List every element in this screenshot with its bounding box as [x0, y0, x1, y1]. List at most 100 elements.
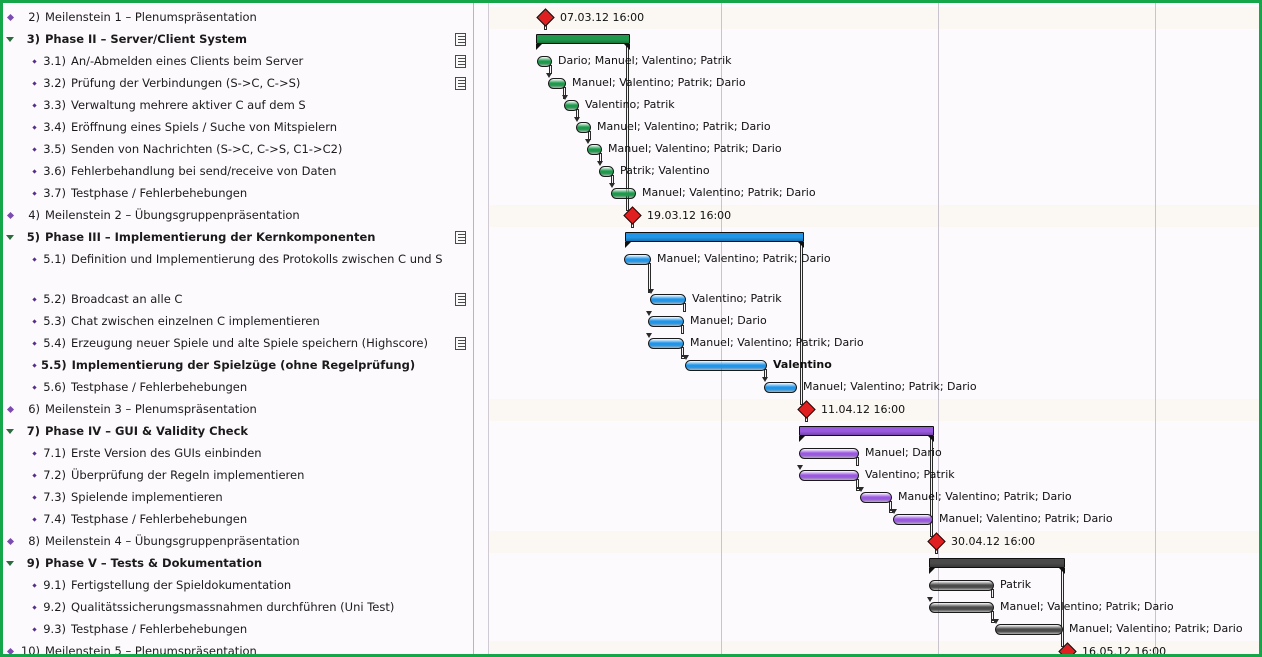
- dependency-line: [648, 263, 651, 290]
- gantt-chart-area[interactable]: Dario; Manuel; Valentino; Patrik Manuel; …: [489, 3, 1259, 654]
- gantt-task-bar[interactable]: [576, 122, 591, 133]
- task-label: Phase III – Implementierung der Kernkomp…: [45, 230, 376, 244]
- task-number: 3): [26, 32, 40, 46]
- task-row[interactable]: 3.3) Verwaltung mehrere aktiver C auf dem…: [3, 95, 473, 117]
- task-row[interactable]: 5.1) Definition und Implementierung des P…: [3, 249, 473, 271]
- task-row[interactable]: 9) Phase V – Tests & Dokumentation: [3, 553, 473, 575]
- task-row[interactable]: 5.2) Broadcast an alle C: [3, 289, 473, 311]
- gantt-task-bar[interactable]: [624, 254, 651, 265]
- task-resource-label: Manuel; Dario: [690, 314, 767, 327]
- task-note-icon[interactable]: [455, 293, 466, 306]
- gantt-task-bar[interactable]: [799, 448, 859, 459]
- gantt-task-bar[interactable]: [564, 100, 579, 111]
- gantt-task-bar[interactable]: [650, 294, 686, 305]
- task-label: Meilenstein 2 – Übungsgruppenpräsentatio…: [45, 208, 300, 222]
- gantt-task-bar[interactable]: [685, 360, 767, 371]
- task-row[interactable]: 7.3) Spielende implementieren: [3, 487, 473, 509]
- gantt-task-bar[interactable]: [929, 580, 994, 591]
- task-number: 4): [28, 208, 40, 222]
- task-number: 7.4): [43, 512, 66, 526]
- gantt-task-bar[interactable]: [587, 144, 602, 155]
- task-row[interactable]: 3.2) Prüfung der Verbindungen (S->C, C->S…: [3, 73, 473, 95]
- task-row[interactable]: 5) Phase III – Implementierung der Kernko…: [3, 227, 473, 249]
- task-row[interactable]: 3) Phase II – Server/Client System: [3, 29, 473, 51]
- task-number: 3.6): [43, 164, 66, 178]
- task-row[interactable]: 8) Meilenstein 4 – Übungsgruppenpräsentat…: [3, 531, 473, 553]
- task-row[interactable]: 7.4) Testphase / Fehlerbehebungen: [3, 509, 473, 531]
- gantt-task-bar[interactable]: [537, 56, 552, 67]
- task-row[interactable]: 7.2) Überprüfung der Regeln implementiere…: [3, 465, 473, 487]
- task-resource-label: Manuel; Valentino; Patrik; Dario: [939, 512, 1113, 525]
- milestone-diamond-icon: [3, 399, 17, 421]
- task-row[interactable]: 3.6) Fehlerbehandlung bei send/receive vo…: [3, 161, 473, 183]
- task-row[interactable]: 7.1) Erste Version des GUIs einbinden: [3, 443, 473, 465]
- task-label: Senden von Nachrichten (S->C, C->S, C1->…: [71, 142, 343, 156]
- task-bullet-icon: [27, 183, 41, 205]
- milestone-date-label: 07.03.12 16:00: [560, 11, 645, 24]
- task-number: 5.1): [43, 252, 66, 266]
- task-row[interactable]: 7) Phase IV – GUI & Validity Check: [3, 421, 473, 443]
- task-resource-label: Manuel; Valentino; Patrik; Dario: [1069, 622, 1243, 635]
- gantt-task-bar[interactable]: [995, 624, 1063, 635]
- task-label: Verwaltung mehrere aktiver C auf dem S: [71, 98, 306, 112]
- gantt-task-bar[interactable]: [548, 78, 566, 89]
- gantt-summary-bar[interactable]: [929, 558, 1065, 568]
- gantt-summary-bar[interactable]: [536, 34, 630, 44]
- gantt-task-bar[interactable]: [611, 188, 636, 199]
- task-label: Meilenstein 4 – Übungsgruppenpräsentatio…: [45, 534, 300, 548]
- gantt-summary-bar[interactable]: [799, 426, 934, 436]
- gantt-task-bar[interactable]: [599, 166, 614, 177]
- gantt-gridline: [1155, 3, 1156, 654]
- task-row[interactable]: 3.1) An/-Abmelden eines Clients beim Serv…: [3, 51, 473, 73]
- task-number: 9.1): [43, 578, 66, 592]
- task-row[interactable]: 4) Meilenstein 2 – Übungsgruppenpräsentat…: [3, 205, 473, 227]
- task-number: 5.4): [43, 336, 66, 350]
- task-bullet-icon: [27, 161, 41, 183]
- task-resource-label: Manuel; Valentino; Patrik; Dario: [690, 336, 864, 349]
- task-label: Testphase / Fehlerbehebungen: [71, 186, 248, 200]
- task-label: Testphase / Fehlerbehebungen: [71, 380, 248, 394]
- task-label: Erste Version des GUIs einbinden: [71, 446, 262, 460]
- task-list-panel[interactable]: 2) Meilenstein 1 – Plenumspräsentation 3) P…: [3, 3, 488, 654]
- gantt-task-bar[interactable]: [929, 602, 994, 613]
- task-row[interactable]: 9.2) Qualitätssicherungsmassnahmen durchf…: [3, 597, 473, 619]
- task-row[interactable]: 6) Meilenstein 3 – Plenumspräsentation: [3, 399, 473, 421]
- task-label: Fehlerbehandlung bei send/receive von Da…: [71, 164, 337, 178]
- task-resource-label: Dario; Manuel; Valentino; Patrik: [558, 54, 732, 67]
- task-note-icon[interactable]: [455, 231, 466, 244]
- collapse-triangle-icon[interactable]: [3, 29, 17, 51]
- task-row[interactable]: 3.7) Testphase / Fehlerbehebungen: [3, 183, 473, 205]
- task-note-icon[interactable]: [455, 55, 466, 68]
- milestone-date-label: 30.04.12 16:00: [951, 535, 1036, 548]
- task-row[interactable]: 5.4) Erzeugung neuer Spiele und alte Spie…: [3, 333, 473, 355]
- task-row[interactable]: 5.6) Testphase / Fehlerbehebungen: [3, 377, 473, 399]
- gantt-task-bar[interactable]: [799, 470, 859, 481]
- task-row[interactable]: 9.3) Testphase / Fehlerbehebungen: [3, 619, 473, 641]
- gantt-task-bar[interactable]: [764, 382, 797, 393]
- summary-cap-right-icon: [798, 242, 804, 248]
- collapse-triangle-icon[interactable]: [3, 421, 17, 443]
- task-label: Meilenstein 5 – Plenumspräsentation: [45, 644, 257, 654]
- task-row[interactable]: 3.4) Eröffnung eines Spiels / Suche von M…: [3, 117, 473, 139]
- gantt-task-bar[interactable]: [648, 338, 684, 349]
- gantt-task-bar[interactable]: [893, 514, 933, 525]
- panel-divider[interactable]: [473, 3, 474, 654]
- milestone-diamond-icon: [3, 641, 17, 654]
- collapse-triangle-icon[interactable]: [3, 553, 17, 575]
- gantt-summary-bar[interactable]: [625, 232, 804, 242]
- task-bullet-icon: [27, 443, 41, 465]
- collapse-triangle-icon[interactable]: [3, 227, 17, 249]
- task-note-icon[interactable]: [455, 33, 466, 46]
- task-label: An/-Abmelden eines Clients beim Server: [71, 54, 304, 68]
- task-note-icon[interactable]: [455, 337, 466, 350]
- task-note-icon[interactable]: [455, 77, 466, 90]
- task-row[interactable]: 10) Meilenstein 5 – Plenumspräsentation: [3, 641, 473, 654]
- gantt-task-bar[interactable]: [860, 492, 892, 503]
- gantt-task-bar[interactable]: [648, 316, 684, 327]
- task-row[interactable]: 3.5) Senden von Nachrichten (S->C, C->S, …: [3, 139, 473, 161]
- task-resource-label: Manuel; Valentino; Patrik; Dario: [898, 490, 1072, 503]
- task-row[interactable]: 9.1) Fertigstellung der Spieldokumentatio…: [3, 575, 473, 597]
- task-row[interactable]: 2) Meilenstein 1 – Plenumspräsentation: [3, 7, 473, 29]
- task-row[interactable]: 5.3) Chat zwischen einzelnen C implementi…: [3, 311, 473, 333]
- task-row[interactable]: 5.5) Implementierung der Spielzüge (ohne …: [3, 355, 473, 377]
